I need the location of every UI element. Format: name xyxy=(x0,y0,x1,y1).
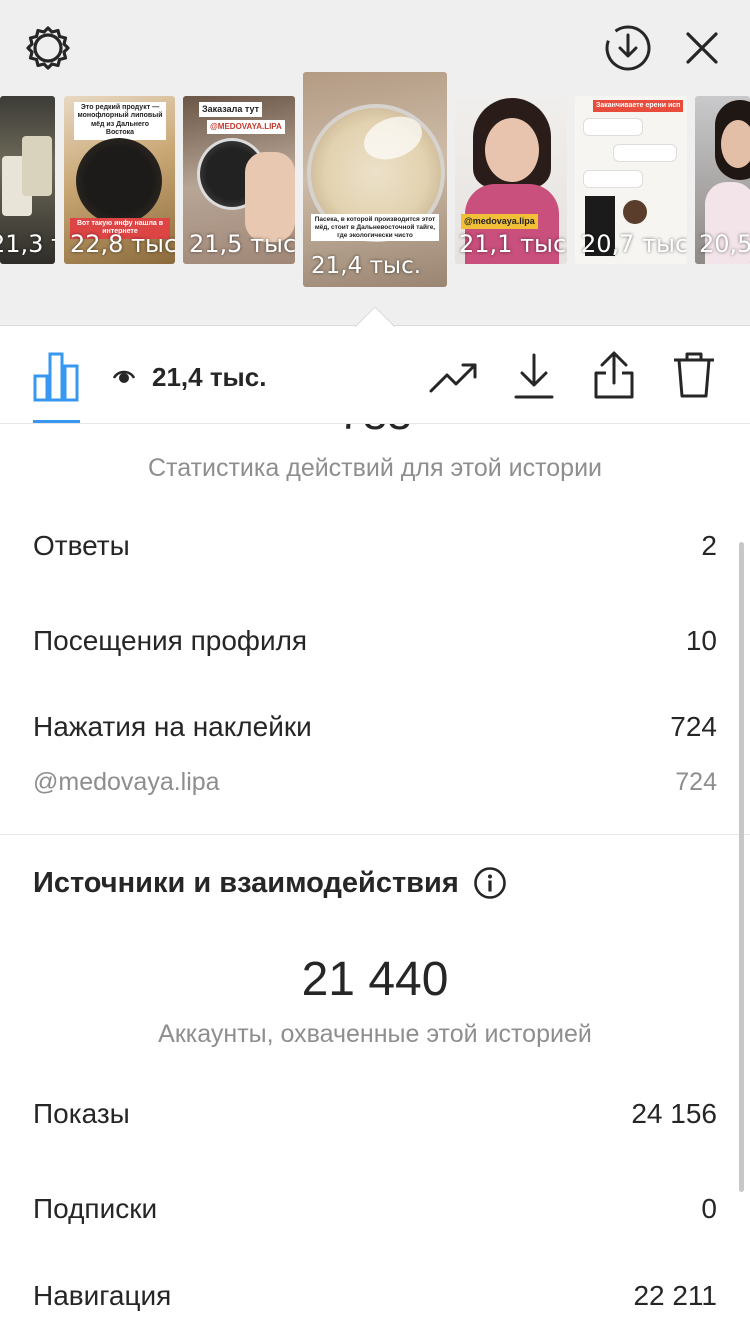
section-divider xyxy=(0,834,750,835)
story-strip: 21,3 тыс. Это редкий продукт — монофлорн… xyxy=(0,0,750,327)
story-thumbnail[interactable]: 20,5 тыс. xyxy=(695,96,750,264)
reach-caption: Аккаунты, охваченные этой историей xyxy=(158,1020,592,1048)
save-button[interactable] xyxy=(508,348,560,404)
stat-value: 2 xyxy=(701,530,717,561)
info-icon[interactable] xyxy=(473,866,507,900)
stat-label: Подписки xyxy=(33,1193,158,1224)
views-indicator xyxy=(110,362,138,390)
stat-value: 0 xyxy=(701,1193,717,1224)
download-icon xyxy=(514,353,554,399)
stat-row-navigation: Навигация 22 211 xyxy=(33,1280,717,1312)
trending-up-icon xyxy=(429,363,477,393)
stat-value: 10 xyxy=(685,625,717,656)
stat-row-sticker-taps: Нажатия на наклейки 724 xyxy=(33,711,717,743)
stat-row-replies: Ответы 2 xyxy=(33,530,717,562)
story-views-label: 21,4 тыс. xyxy=(311,253,422,279)
story-views-label: 20,5 тыс. xyxy=(699,230,750,258)
settings-button[interactable] xyxy=(22,22,74,74)
stat-label: Навигация xyxy=(33,1280,172,1311)
stat-value: 724 xyxy=(670,711,717,742)
download-circle-icon xyxy=(605,25,651,71)
bar-chart-icon xyxy=(33,352,79,402)
stat-label: Показы xyxy=(33,1098,130,1129)
close-button[interactable] xyxy=(676,22,728,74)
eye-icon xyxy=(112,370,136,383)
story-views-label: 21,1 тыс. xyxy=(459,230,567,258)
stat-row-sticker-account[interactable]: @medovaya.lipa 724 xyxy=(33,768,717,797)
stat-value: 24 156 xyxy=(631,1098,717,1129)
stat-value: 22 211 xyxy=(633,1280,717,1311)
selection-pointer xyxy=(355,307,395,327)
active-tab-indicator xyxy=(33,420,80,423)
story-caption: @medovaya.lipa xyxy=(461,214,538,229)
interactions-total: 733 xyxy=(0,424,750,440)
reach-number: 21 440 xyxy=(301,953,449,1006)
close-icon xyxy=(686,32,718,64)
share-icon xyxy=(594,351,634,399)
story-views-label: 21,3 тыс. xyxy=(0,230,55,258)
insights-content[interactable]: 733 Статистика действий для этой истории… xyxy=(0,424,750,1334)
scrollbar[interactable] xyxy=(739,542,744,1192)
stat-label: Нажатия на наклейки xyxy=(33,711,312,742)
delete-button[interactable] xyxy=(668,346,720,404)
story-views-label: 21,5 тыс. xyxy=(189,230,295,258)
story-caption: @MEDOVAYA.LIPA xyxy=(207,120,285,134)
story-thumbnail[interactable]: Заказала тут @MEDOVAYA.LIPA 21,5 тыс. xyxy=(183,96,295,264)
discovery-section-title: Источники и взаимодействия xyxy=(33,866,507,900)
story-thumbnail[interactable]: 21,3 тыс. xyxy=(0,96,55,264)
story-thumbnail[interactable]: @medovaya.lipa 21,1 тыс. xyxy=(455,96,567,264)
tab-insights[interactable] xyxy=(30,348,82,404)
story-toolbar: 21,4 тыс. xyxy=(0,328,750,424)
stat-row-follows: Подписки 0 xyxy=(33,1193,717,1225)
stat-label: Посещения профиля xyxy=(33,625,308,656)
story-caption: Заказала тут xyxy=(199,102,263,117)
interactions-caption: Статистика действий для этой истории xyxy=(147,454,603,482)
stat-row-impressions: Показы 24 156 xyxy=(33,1098,717,1130)
story-caption: Пасека, в которой производится этот мёд,… xyxy=(311,214,439,242)
story-views-label: 22,8 тыс. xyxy=(70,230,175,258)
promote-button[interactable] xyxy=(428,352,480,404)
stat-label: Ответы xyxy=(33,530,130,561)
stat-row-profile-visits: Посещения профиля 10 xyxy=(33,625,717,657)
trash-icon xyxy=(674,352,714,398)
story-thumbnail[interactable]: Заканчиваете ерени исп 20,7 тыс. xyxy=(575,96,687,264)
story-thumbnail[interactable]: Это редкий продукт — монофлорный липовый… xyxy=(64,96,175,264)
section-title-text: Источники и взаимодействия xyxy=(33,866,459,899)
download-story-button[interactable] xyxy=(602,22,654,74)
story-caption: Это редкий продукт — монофлорный липовый… xyxy=(74,102,166,140)
share-button[interactable] xyxy=(588,346,640,404)
gear-icon xyxy=(26,26,70,70)
sticker-account-value: 724 xyxy=(675,768,717,796)
story-thumbnail-active[interactable]: Пасека, в которой производится этот мёд,… xyxy=(303,72,447,287)
story-views-label: 20,7 тыс. xyxy=(581,230,687,258)
sticker-account-label: @medovaya.lipa xyxy=(33,768,220,796)
views-count: 21,4 тыс. xyxy=(152,362,267,392)
story-caption: Заканчиваете ерени исп xyxy=(593,100,684,113)
